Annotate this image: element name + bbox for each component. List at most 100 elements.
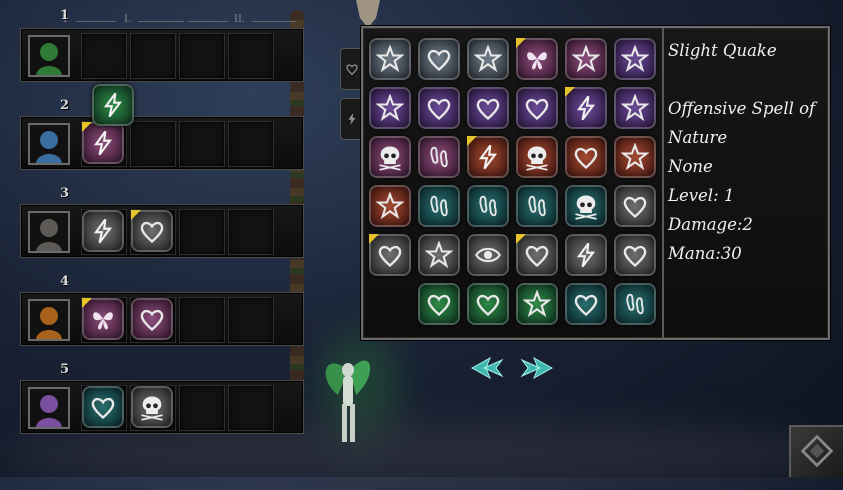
- col-header-group-2: II.: [188, 14, 296, 28]
- star-icon: [376, 45, 404, 73]
- spell-rune-heart[interactable]: [418, 283, 460, 325]
- heart-icon: [476, 98, 500, 121]
- rune-slot[interactable]: [179, 33, 225, 79]
- spell-rune-lightning[interactable]: [565, 234, 607, 276]
- rune-slot[interactable]: [179, 209, 225, 255]
- lightning-icon: [348, 113, 356, 125]
- rune-lightning[interactable]: [82, 122, 124, 164]
- spell-rune-skull[interactable]: [565, 185, 607, 227]
- spell-name: Slight Quake: [668, 41, 777, 60]
- footprint-icon: [528, 195, 546, 217]
- spell-rune-footprint[interactable]: [418, 136, 460, 178]
- skull-icon: [141, 396, 163, 421]
- spell-rune-star[interactable]: [565, 38, 607, 80]
- orange-imp-portrait[interactable]: [28, 299, 70, 341]
- rune-heart[interactable]: [131, 210, 173, 252]
- green-hero-portrait[interactable]: [28, 35, 70, 77]
- spell-rune-heart[interactable]: [467, 87, 509, 129]
- col-header-group-1: I.: [76, 14, 184, 28]
- spell-rune-lightning[interactable]: [565, 87, 607, 129]
- row-number: 4: [60, 274, 70, 289]
- spell-element: None: [668, 157, 713, 176]
- star-icon: [572, 45, 600, 73]
- row-number: 5: [60, 362, 70, 377]
- star-icon: [523, 290, 551, 318]
- rune-skull[interactable]: [131, 386, 173, 428]
- footprint-icon: [479, 195, 497, 217]
- spell-rune-star[interactable]: [418, 234, 460, 276]
- row-number: 2: [60, 98, 70, 113]
- spell-type: Offensive Spell of Nature: [668, 99, 816, 147]
- spell-rune-star[interactable]: [467, 38, 509, 80]
- rune-slot[interactable]: [130, 33, 176, 79]
- heart-icon: [378, 245, 402, 268]
- spell-rune-star[interactable]: [516, 283, 558, 325]
- spell-rune-heart[interactable]: [614, 234, 656, 276]
- spell-rune-skull[interactable]: [516, 136, 558, 178]
- rune-slot[interactable]: [228, 385, 274, 431]
- rune-slot[interactable]: [228, 33, 274, 79]
- rune-slot[interactable]: [179, 297, 225, 343]
- menu-corner-button[interactable]: [789, 425, 843, 477]
- eye-icon: [475, 247, 501, 263]
- spell-rune-lightning[interactable]: [467, 136, 509, 178]
- spell-info: Slight Quake Offensive Spell of Nature N…: [668, 36, 826, 268]
- spell-rune-eye[interactable]: [467, 234, 509, 276]
- lightning-icon: [93, 130, 113, 156]
- spell-rune-heart[interactable]: [467, 283, 509, 325]
- spell-rune-footprint[interactable]: [418, 185, 460, 227]
- dragged-rune[interactable]: [92, 84, 134, 126]
- heart-icon: [574, 294, 598, 317]
- skull-icon: [379, 146, 401, 171]
- butterfly-icon: [93, 312, 113, 330]
- spell-rune-star[interactable]: [369, 87, 411, 129]
- lightning-icon: [93, 218, 113, 244]
- spell-rune-heart[interactable]: [369, 234, 411, 276]
- new-rune-flag: [565, 87, 575, 97]
- spell-rune-star[interactable]: [614, 136, 656, 178]
- gray-beast-portrait[interactable]: [28, 211, 70, 253]
- heart-icon: [525, 98, 549, 121]
- spell-mana: Mana:30: [668, 244, 742, 263]
- rune-slot[interactable]: [228, 209, 274, 255]
- spell-rune-star[interactable]: [614, 38, 656, 80]
- spell-rune-heart[interactable]: [565, 283, 607, 325]
- spell-rune-star[interactable]: [369, 38, 411, 80]
- rune-slot[interactable]: [179, 385, 225, 431]
- spell-rune-heart[interactable]: [516, 87, 558, 129]
- rune-slot[interactable]: [228, 297, 274, 343]
- rune-heart[interactable]: [82, 386, 124, 428]
- rune-butterfly[interactable]: [82, 298, 124, 340]
- purple-dragon-portrait[interactable]: [28, 387, 70, 429]
- spell-rune-butterfly[interactable]: [516, 38, 558, 80]
- lightning-icon: [478, 144, 498, 170]
- lightning-icon: [576, 242, 596, 268]
- side-tab-lightning[interactable]: [340, 98, 363, 140]
- spell-rune-heart[interactable]: [516, 234, 558, 276]
- rune-heart[interactable]: [131, 298, 173, 340]
- side-tab-heart[interactable]: [340, 48, 363, 90]
- prev-arrow-icon[interactable]: [470, 356, 504, 380]
- heart-icon: [91, 397, 115, 420]
- spell-rune-heart[interactable]: [418, 38, 460, 80]
- blue-golem-portrait[interactable]: [28, 123, 70, 165]
- new-rune-flag: [369, 234, 379, 244]
- rune-slot[interactable]: [81, 33, 127, 79]
- spell-rune-footprint[interactable]: [516, 185, 558, 227]
- spell-rune-skull[interactable]: [369, 136, 411, 178]
- heart-icon: [623, 245, 647, 268]
- rune-slot[interactable]: [130, 121, 176, 167]
- spell-rune-heart[interactable]: [418, 87, 460, 129]
- next-arrow-icon[interactable]: [520, 356, 554, 380]
- rune-lightning[interactable]: [82, 210, 124, 252]
- spell-rune-footprint[interactable]: [467, 185, 509, 227]
- rune-slot[interactable]: [228, 121, 274, 167]
- heart-icon: [427, 294, 451, 317]
- row-number: 3: [60, 186, 70, 201]
- spell-rune-heart[interactable]: [614, 185, 656, 227]
- rune-slot[interactable]: [179, 121, 225, 167]
- spell-rune-heart[interactable]: [565, 136, 607, 178]
- spell-rune-star[interactable]: [614, 87, 656, 129]
- spell-rune-footprint[interactable]: [614, 283, 656, 325]
- spell-rune-star[interactable]: [369, 185, 411, 227]
